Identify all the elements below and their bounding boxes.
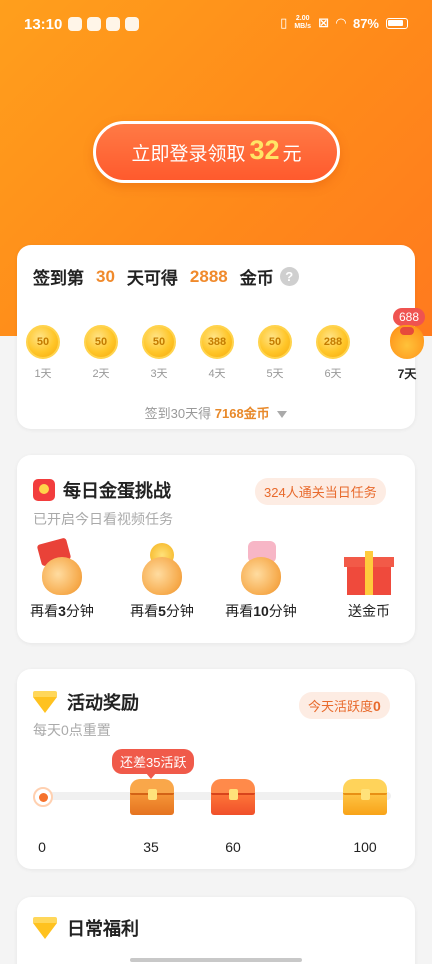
- status-time: 13:10: [24, 16, 63, 33]
- weibo-notification-icon: [106, 17, 120, 31]
- coin-egg-icon: [137, 541, 187, 595]
- daily-welfare-card: 日常福利: [17, 897, 415, 964]
- chest-100-icon[interactable]: [343, 777, 387, 815]
- golden-egg-subtitle: 已开启今日看视频任务: [33, 511, 173, 527]
- network-speed: 2.00 MB/s: [294, 15, 312, 30]
- status-bar: 13:10 ▯ 2.00 MB/s ⊠ ◠ 87%: [0, 0, 432, 52]
- egg-task-2[interactable]: 再看5分钟: [117, 541, 207, 621]
- coin-icon: 50: [26, 325, 60, 359]
- signin-day-5[interactable]: 50 5天: [255, 325, 295, 381]
- activity-subtitle: 每天0点重置: [33, 722, 111, 738]
- signin-day-3[interactable]: 50 3天: [139, 325, 179, 381]
- activity-reward-card: 活动奖励 每天0点重置 今天活跃度0 还差35活跃 0 35 60 100: [17, 669, 415, 869]
- chest-60-icon[interactable]: [211, 777, 255, 815]
- gift-box-icon: [344, 547, 394, 595]
- golden-egg-title: 每日金蛋挑战: [33, 477, 171, 503]
- lucky-bag-icon: [390, 325, 424, 359]
- battery-level: 87%: [352, 15, 379, 31]
- login-suffix: 元: [282, 143, 302, 165]
- signin-day-count: 30: [96, 266, 115, 286]
- signin-heading: 签到第 30 天可得 2888 金币 ?: [33, 264, 299, 289]
- activity-mark-35: 35: [143, 839, 159, 855]
- activity-score-pill: 今天活跃度0: [299, 692, 390, 719]
- day7-reward-badge: 688: [393, 308, 426, 326]
- red-packet-icon: [33, 479, 55, 501]
- signin-coins: 2888: [189, 266, 228, 286]
- chest-35-icon[interactable]: [130, 777, 174, 815]
- signin-card: 签到第 30 天可得 2888 金币 ? 688 50 1天 50 2天 50 …: [17, 245, 426, 429]
- activity-mark-0: 0: [38, 839, 46, 855]
- signin-footer-toggle[interactable]: 签到30天得 7168金币: [17, 403, 415, 422]
- coin-icon: 50: [142, 325, 176, 359]
- chevron-down-icon: [277, 411, 288, 419]
- signin-day-1[interactable]: 50 1天: [23, 325, 63, 381]
- app-notification-icon: [68, 17, 82, 31]
- egg-task-gift[interactable]: 送金币: [324, 541, 414, 621]
- wifi-icon: ◠: [335, 15, 346, 30]
- home-indicator[interactable]: [130, 958, 302, 962]
- diamond-icon: [33, 917, 57, 939]
- progress-start-dot: [33, 787, 53, 807]
- golden-egg-card: 每日金蛋挑战 已开启今日看视频任务 324人通关当日任务 再看3分钟 再看5分钟…: [17, 455, 415, 643]
- egg-task-1[interactable]: 再看3分钟: [17, 537, 107, 621]
- login-prefix: 立即登录领取: [131, 143, 246, 165]
- activity-mark-60: 60: [225, 839, 241, 855]
- coin-icon: 50: [258, 325, 292, 359]
- battery-icon: [386, 17, 408, 29]
- calendar-notification-icon: [87, 17, 101, 31]
- welfare-title: 日常福利: [33, 915, 139, 941]
- signin-total: 7168金币: [214, 406, 270, 421]
- red-packet-egg-icon: [36, 537, 87, 595]
- cash-egg-icon: [236, 541, 286, 595]
- diamond-icon: [33, 691, 57, 713]
- login-claim-button[interactable]: 立即登录领取 32 元: [93, 121, 340, 183]
- vibrate-icon: ▯: [280, 15, 288, 30]
- no-sim-icon: ⊠: [318, 15, 329, 30]
- link-notification-icon: [125, 17, 139, 31]
- golden-egg-pill: 324人通关当日任务: [255, 478, 386, 505]
- signin-day-2[interactable]: 50 2天: [81, 325, 121, 381]
- activity-tooltip: 还差35活跃: [112, 749, 195, 779]
- signin-day-4[interactable]: 388 4天: [197, 325, 237, 381]
- signin-day-7[interactable]: 7天: [387, 325, 427, 382]
- signin-day-6[interactable]: 288 6天: [313, 325, 353, 381]
- notification-icons: [68, 17, 139, 31]
- egg-task-3[interactable]: 再看10分钟: [216, 541, 306, 621]
- coin-icon: 388: [200, 325, 234, 359]
- coin-icon: 288: [316, 325, 350, 359]
- login-amount: 32: [249, 135, 280, 165]
- activity-mark-100: 100: [353, 839, 377, 855]
- activity-title: 活动奖励: [33, 689, 139, 715]
- help-icon[interactable]: ?: [279, 267, 299, 286]
- coin-icon: 50: [84, 325, 118, 359]
